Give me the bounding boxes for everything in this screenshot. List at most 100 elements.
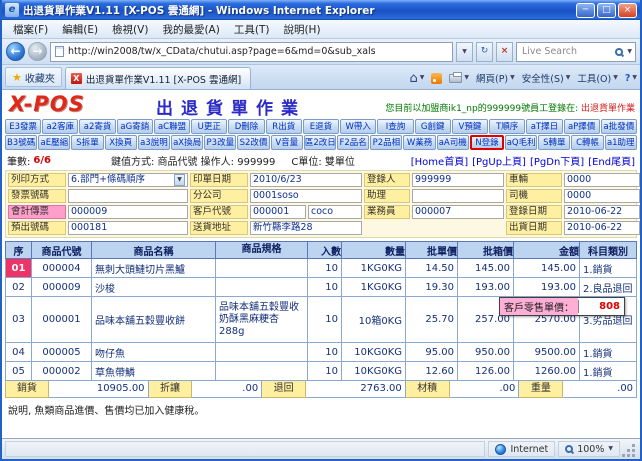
toolbar-button[interactable]: aE壓縮 [38,135,71,150]
address-input[interactable]: http://win2008/tw/x_CData/chutui.asp?pag… [50,41,453,62]
table-row[interactable]: 05 000002 草魚帶鱗 10 10KG0KG 12.60 126.00 1260.00 1… [6,362,637,381]
toolbar-button[interactable]: V音量 [270,135,303,150]
field-value[interactable]: 000009 [68,205,188,219]
field-value[interactable]: 0000 [564,173,640,187]
page-nav-link[interactable]: [Home首頁] [411,153,468,168]
toolbar-button[interactable]: T順序 [489,119,526,134]
menu-item[interactable]: 我的最愛(A) [155,20,226,39]
table-row[interactable]: 02 000009 沙梭 10 1KG0KG 19.30 193.00 193.00 2.良品退… [6,278,637,297]
summary-value: 10905.00 [48,381,149,398]
address-dropdown-button[interactable]: ▼ [456,41,473,62]
toolbar-button[interactable]: C轉帳 [571,135,604,150]
search-icon[interactable] [615,47,624,56]
field-value[interactable]: 2010-06-22 [564,221,640,235]
toolbar-button[interactable]: X換頁 [104,135,137,150]
field-value[interactable]: 0000 [564,189,640,203]
print-button[interactable]: ▼ [449,71,469,83]
toolbar-button[interactable]: aA司機 [436,135,469,150]
chevron-down-icon: ▼ [464,74,469,81]
field-value[interactable]: 999999 [412,173,504,187]
field-value[interactable]: 2010/6/23 [250,173,362,187]
table-cell: 1KG0KG [342,278,406,297]
toolbar-button[interactable]: a1助理 [604,135,637,150]
menu-item[interactable]: 工具(T) [227,20,277,39]
table-row[interactable]: 04 000005 吻仔魚 10 10KG0KG 95.00 950.00 9500.00 1.… [6,343,637,362]
field-value[interactable]: 000001 [250,205,306,219]
toolbar-button[interactable]: B3號碼 [5,135,38,150]
toolbar-button[interactable]: R出貨 [265,119,302,134]
close-button[interactable]: × [618,2,637,18]
page-nav-link[interactable]: [End尾頁] [588,153,635,168]
zoom-control[interactable]: 100% ▼ [558,441,620,457]
home-button[interactable]: ⌂ ▼ [409,72,424,85]
toolbar-button[interactable]: aX換局 [171,135,204,150]
field-value[interactable]: 6.部門+條碼順序 ▼ [68,173,188,187]
table-cell: 02 [6,278,32,297]
toolbar-button[interactable]: 區2改日 [303,135,337,150]
field-value[interactable]: 新竹縣李路28 [250,221,362,235]
toolbar-button[interactable]: S2改價 [237,135,270,150]
toolbar-button[interactable]: G創鍵 [414,119,451,134]
field-value[interactable]: 000181 [68,221,188,235]
back-button[interactable]: ← [6,42,25,61]
feeds-button[interactable] [431,72,443,84]
browser-tab[interactable]: X 出退貨單作業V1.11 [X-POS 雲通網] [64,67,252,89]
toolbar-button[interactable]: aT擇日 [526,119,563,134]
popup-price-input[interactable]: 808 [578,300,624,313]
toolbar-button[interactable]: D刪除 [228,119,265,134]
stop-button[interactable]: × [496,41,513,62]
command-bar-item[interactable]: 工具(O) ▼ [577,71,618,85]
refresh-button[interactable]: ↻ [476,41,493,62]
toolbar-button[interactable]: S拆單 [71,135,104,150]
toolbar-button[interactable]: a批發價 [600,119,637,134]
toolbar-button[interactable]: E退貨 [302,119,340,134]
maximize-button[interactable]: □ [597,2,616,18]
field-value[interactable]: 0001soso [250,189,362,203]
toolbar-button[interactable]: P3改量 [204,135,237,150]
search-input[interactable]: Live Search ▼ [516,41,636,62]
field-value[interactable] [412,189,504,203]
toolbar-button[interactable]: W帶入 [340,119,377,134]
toolbar-button[interactable]: S轉單 [538,135,571,150]
function-toolbar: E3發票 a2客庫 a2寄貨 aG寄銷 aC聯盟 U更正 D刪除 R出貨 E退貨 W帶入 I查詢 G創… [5,119,637,150]
toolbar-button[interactable]: N登錄 [469,135,505,150]
field-value[interactable] [68,189,188,203]
field-value[interactable]: 000007 [412,205,504,219]
order-header-form: 列印方式 6.部門+條碼順序 ▼ 印單日期 2010/6/23 登錄人 999999 車輛 00… [5,170,640,238]
table-row[interactable]: 01 000004 無刺大頭鰱切片黑鱸 10 1KG0KG 14.50 145.00 145.… [6,259,637,278]
menu-item[interactable]: 說明(H) [276,20,327,39]
menu-item[interactable]: 檔案(F) [6,20,55,39]
toolbar-button[interactable]: U更正 [191,119,228,134]
toolbar-button[interactable]: a3說明 [137,135,171,150]
toolbar-button[interactable]: V預鍵 [451,119,489,134]
page-nav-link[interactable]: [PgDn下頁] [530,153,584,168]
menu-item[interactable]: 編輯(E) [55,20,105,39]
search-dropdown-icon[interactable]: ▼ [627,48,632,55]
menu-item[interactable]: 檢視(V) [105,20,155,39]
toolbar-button[interactable]: aQ毛利 [505,135,538,150]
help-button[interactable]: ? ▼ [625,73,637,84]
command-bar-item[interactable]: 網頁(P) ▼ [476,71,515,85]
minimize-button[interactable]: ─ [576,2,595,18]
field-value-secondary[interactable]: coco [308,205,362,219]
toolbar-button[interactable]: E3發票 [5,119,42,134]
toolbar-button[interactable]: aP擇價 [563,119,600,134]
toolbar-button[interactable]: aG寄銷 [116,119,153,134]
forward-button[interactable]: → [28,42,47,61]
toolbar-button[interactable]: a2寄貨 [79,119,116,134]
toolbar-button[interactable]: P2品相 [370,135,403,150]
field-value[interactable]: 2010-06-22 [564,205,640,219]
command-bar-item[interactable]: 安全性(S) ▼ [522,71,571,85]
summary-value: .00 [563,381,638,398]
resize-grip[interactable] [623,445,637,459]
toolbar-button[interactable]: a2客庫 [42,119,79,134]
toolbar-button[interactable]: W業務 [403,135,436,150]
table-cell: 000001 [32,297,92,343]
toolbar-button[interactable]: I查詢 [377,119,414,134]
page-nav-link[interactable]: [PgUp上頁] [472,153,526,168]
field-label: 業務員 [364,205,410,219]
toolbar-button[interactable]: aC聯盟 [153,119,191,134]
field-value-text: 999999 [415,174,452,185]
favorites-button[interactable]: ★ 收藏夾 [5,67,62,87]
toolbar-button[interactable]: F2品名 [337,135,370,150]
